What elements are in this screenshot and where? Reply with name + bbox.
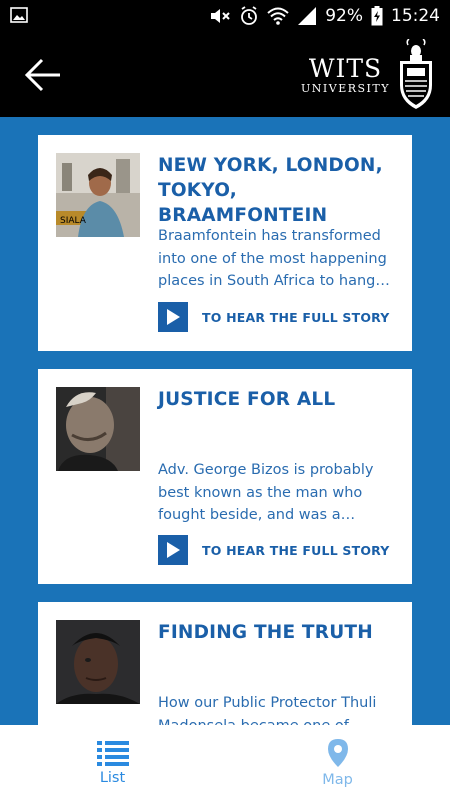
clock: 15:24 [391,6,440,26]
hear-story-label: TO HEAR THE FULL STORY [202,542,390,558]
tab-map[interactable]: Map [225,725,450,800]
hear-story-label: TO HEAR THE FULL STORY [202,309,390,325]
tab-map-label: Map [322,771,353,788]
mute-icon [211,9,230,23]
hear-story-button[interactable]: TO HEAR THE FULL STORY [158,302,390,332]
story-card[interactable]: FINDING THE TRUTH How our Public Protect… [38,602,412,725]
story-list[interactable]: SIALA NEW YORK, LONDON, TOKYO, BRAAMFONT… [0,117,450,725]
wifi-icon [267,7,289,25]
battery-percent: 92% [325,6,363,26]
story-thumbnail: SIALA [56,153,140,237]
battery-charging-icon [371,6,383,26]
story-thumbnail [56,620,140,704]
logo-sub-text: UNIVERSITY [301,81,390,95]
app-bar: WITS UNIVERSITY [0,32,450,117]
story-thumbnail [56,387,140,471]
story-title: JUSTICE FOR ALL [158,389,336,410]
story-description: How our Public Protector Thuli Madonsela… [158,695,377,725]
tab-list[interactable]: List [0,725,225,800]
hear-story-button[interactable]: TO HEAR THE FULL STORY [158,535,390,565]
list-icon [96,740,129,766]
play-icon[interactable] [158,535,188,565]
back-arrow-icon[interactable] [22,54,64,96]
story-description: Braamfontein has transformed into one of… [158,228,390,289]
bottom-nav: List Map [0,725,450,800]
story-title: NEW YORK, LONDON, TOKYO, BRAAMFONTEIN [158,155,383,226]
wits-logo: WITS UNIVERSITY [301,38,436,112]
map-pin-icon [327,738,348,767]
alarm-icon [241,6,258,25]
story-description: Adv. George Bizos is probably best known… [158,462,374,523]
story-card[interactable]: JUSTICE FOR ALL Adv. George Bizos is pro… [38,369,412,584]
signal-icon [298,7,317,25]
image-notification-icon [10,7,28,23]
wits-crest-icon [400,39,432,109]
tab-list-label: List [99,769,126,786]
play-icon[interactable] [158,302,188,332]
story-title: FINDING THE TRUTH [158,622,373,643]
status-bar: 92% 15:24 [0,0,450,32]
logo-main-text: WITS [308,53,383,83]
svg-text:SIALA: SIALA [60,216,87,226]
story-card[interactable]: SIALA NEW YORK, LONDON, TOKYO, BRAAMFONT… [38,135,412,351]
